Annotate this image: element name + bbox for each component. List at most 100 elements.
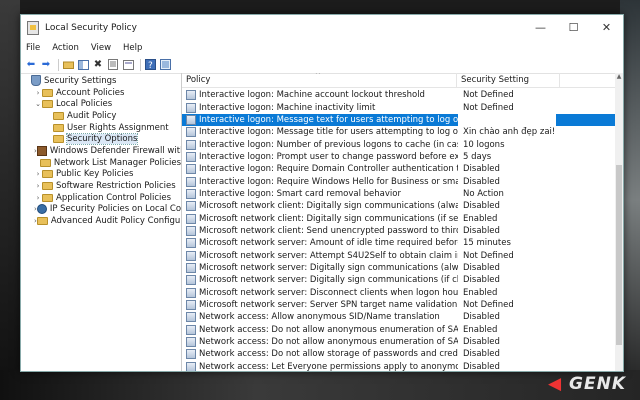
toolbar: ⬅ ➡ ✖ ? [21, 56, 623, 74]
menu-help[interactable]: Help [123, 43, 142, 53]
policy-icon [186, 176, 196, 187]
policy-name: Interactive logon: Number of previous lo… [199, 139, 458, 150]
policy-icon [186, 151, 196, 162]
expand-toggle-icon[interactable]: ⌄ [34, 100, 42, 108]
table-row[interactable]: Network access: Let Everyone permissions… [182, 361, 615, 371]
tree-item-label: Windows Defender Firewall with Adva [49, 145, 181, 156]
expand-toggle-icon[interactable]: › [34, 194, 42, 202]
tree-item-label: Network List Manager Policies [53, 157, 181, 168]
policy-name: Interactive logon: Machine inactivity li… [199, 102, 376, 113]
tree-item[interactable]: Security Settings [21, 75, 181, 87]
background-bottom [0, 370, 640, 400]
table-row[interactable]: Interactive logon: Message title for use… [182, 126, 615, 138]
folder-icon [39, 158, 51, 167]
table-row[interactable]: Interactive logon: Prompt user to change… [182, 151, 615, 163]
minimize-button[interactable]: — [524, 15, 557, 40]
policy-name: Interactive logon: Require Windows Hello… [199, 176, 458, 187]
table-row[interactable]: Interactive logon: Machine account locko… [182, 89, 615, 101]
table-row[interactable]: Network access: Allow anonymous SID/Name… [182, 311, 615, 323]
folder-icon [42, 182, 53, 191]
table-row[interactable]: Interactive logon: Require Domain Contro… [182, 163, 615, 175]
table-row[interactable]: Microsoft network server: Server SPN tar… [182, 299, 615, 311]
expand-toggle-icon[interactable]: › [34, 182, 42, 190]
policy-name: Microsoft network client: Send unencrypt… [199, 225, 458, 236]
policy-icon [186, 349, 196, 360]
scroll-thumb[interactable] [616, 165, 622, 345]
table-row[interactable]: Network access: Do not allow anonymous e… [182, 336, 615, 348]
shield-icon [31, 75, 41, 87]
policy-icon [186, 213, 196, 224]
tree-item[interactable]: ›Advanced Audit Policy Configuration [21, 215, 181, 227]
tree-item[interactable]: Security Options [21, 133, 181, 146]
tree-item[interactable]: › Public Key Policies [21, 169, 181, 181]
expand-toggle-icon[interactable]: › [34, 89, 42, 97]
security-setting-value: Disabled [463, 164, 500, 175]
table-row[interactable]: Microsoft network server: Digitally sign… [182, 262, 615, 274]
table-row[interactable]: Microsoft network server: Digitally sign… [182, 274, 615, 286]
tree-item[interactable]: ⌄ Local Policies [21, 98, 181, 110]
tree-item[interactable]: › Software Restriction Policies [21, 180, 181, 192]
table-row[interactable]: Microsoft network server: Disconnect cli… [182, 287, 615, 299]
table-row[interactable]: Interactive logon: Smart card removal be… [182, 188, 615, 200]
help-icon[interactable]: ? [144, 59, 156, 71]
tree-item[interactable]: ›IP Security Policies on Local Compute [21, 204, 181, 216]
table-row[interactable]: Microsoft network server: Attempt S4U2Se… [182, 249, 615, 261]
vertical-scrollbar[interactable]: ▲ [615, 73, 623, 371]
menu-view[interactable]: View [91, 43, 111, 53]
menu-bar: File Action View Help [21, 40, 623, 56]
delete-icon[interactable]: ✖ [92, 59, 104, 71]
table-row[interactable]: Microsoft network client: Digitally sign… [182, 212, 615, 224]
up-folder-icon[interactable] [62, 59, 74, 71]
console-icon[interactable] [159, 59, 171, 71]
security-setting-value: Disabled [463, 176, 500, 187]
back-arrow-icon[interactable]: ⬅ [25, 59, 37, 71]
policy-icon [186, 300, 196, 311]
tree-item[interactable]: User Rights Assignment [21, 122, 181, 134]
policy-name: Interactive logon: Smart card removal be… [199, 188, 401, 199]
policy-name: Microsoft network server: Server SPN tar… [199, 300, 458, 311]
policy-icon [186, 225, 196, 236]
show-tree-icon[interactable] [77, 59, 89, 71]
tree-item[interactable]: › Application Control Policies [21, 192, 181, 204]
tree-item[interactable]: Audit Policy [21, 110, 181, 122]
policy-rows: Interactive logon: Machine account locko… [182, 89, 615, 371]
maximize-button[interactable]: ☐ [557, 15, 590, 40]
menu-file[interactable]: File [26, 43, 40, 53]
table-row[interactable]: Interactive logon: Require Windows Hello… [182, 175, 615, 187]
policy-name: Interactive logon: Machine account locko… [199, 90, 425, 101]
policy-icon [186, 139, 196, 150]
table-row[interactable]: Interactive logon: Number of previous lo… [182, 138, 615, 150]
security-setting-value [458, 113, 556, 126]
table-row[interactable]: Network access: Do not allow anonymous e… [182, 324, 615, 336]
policy-icon [186, 361, 196, 371]
properties-icon[interactable] [107, 59, 119, 71]
scroll-up-icon[interactable]: ▲ [615, 73, 623, 81]
security-setting-value: Not Defined [463, 90, 514, 101]
expand-toggle-icon[interactable]: › [34, 170, 42, 178]
policy-name: Microsoft network server: Disconnect cli… [199, 287, 458, 298]
tree-item[interactable]: › Account Policies [21, 87, 181, 99]
table-row[interactable]: Microsoft network client: Send unencrypt… [182, 225, 615, 237]
policy-icon [186, 201, 196, 212]
window-title: Local Security Policy [45, 22, 137, 33]
close-button[interactable]: ✕ [590, 15, 623, 40]
tree-item[interactable]: ›Windows Defender Firewall with Adva [21, 145, 181, 157]
policy-name: Microsoft network server: Amount of idle… [199, 238, 458, 249]
forward-arrow-icon[interactable]: ➡ [40, 59, 52, 71]
security-setting-value: Disabled [463, 275, 500, 286]
table-row[interactable]: Interactive logon: Machine inactivity li… [182, 101, 615, 113]
table-row[interactable]: Microsoft network client: Digitally sign… [182, 200, 615, 212]
menu-action[interactable]: Action [52, 43, 79, 53]
table-row[interactable]: Interactive logon: Message text for user… [182, 113, 615, 127]
table-row[interactable]: Network access: Do not allow storage of … [182, 348, 615, 360]
policy-icon [186, 337, 196, 348]
table-row[interactable]: Microsoft network server: Amount of idle… [182, 237, 615, 249]
tree-item[interactable]: Network List Manager Policies [21, 157, 181, 169]
policy-icon [186, 324, 196, 335]
watermark-mark-icon: ◀ [548, 374, 563, 394]
policy-name: Network access: Allow anonymous SID/Name… [199, 312, 440, 323]
toolbar-separator [58, 58, 59, 71]
export-list-icon[interactable] [122, 59, 134, 71]
column-header-security-setting[interactable]: Security Setting [457, 73, 560, 87]
policy-name: Network access: Let Everyone permissions… [199, 361, 458, 371]
